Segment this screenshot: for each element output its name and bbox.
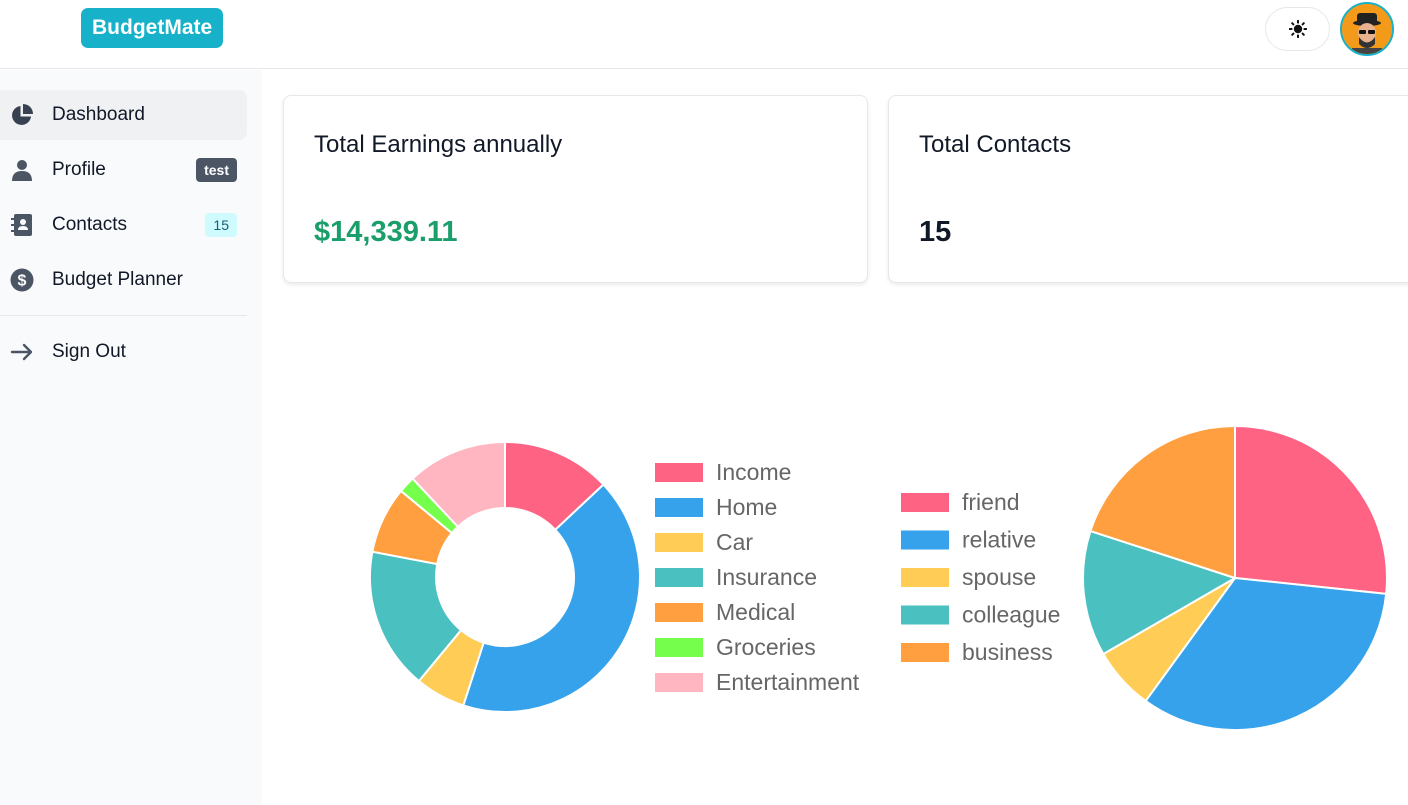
chart0-legend-swatch[interactable] (655, 603, 703, 622)
charts-area: Income Home Car Insurance Medical Groceries En… (369, 424, 1388, 731)
chart1-legend-swatch[interactable] (901, 568, 949, 587)
chart1-legend-swatch[interactable] (901, 493, 949, 512)
chart1-legend-label[interactable]: relative (962, 527, 1036, 553)
chart0-legend-label[interactable]: Car (716, 529, 753, 555)
chart0-legend-swatch[interactable] (655, 498, 703, 517)
chart0-legend-label[interactable]: Insurance (716, 564, 817, 590)
chart1-legend-label[interactable]: colleague (962, 602, 1060, 628)
chart0-legend-label[interactable]: Home (716, 494, 777, 520)
chart1-legend-label[interactable]: friend (962, 489, 1020, 515)
chart0-legend-swatch[interactable] (655, 673, 703, 692)
chart1-legend-swatch[interactable] (901, 605, 949, 625)
chart0-legend-swatch[interactable] (655, 638, 703, 657)
chart1-legend-label[interactable]: business (962, 639, 1053, 665)
chart1-legend-label[interactable]: spouse (962, 564, 1036, 590)
chart1-legend-swatch[interactable] (901, 530, 949, 550)
chart0-legend-label[interactable]: Entertainment (716, 669, 860, 695)
chart1-legend-swatch[interactable] (901, 643, 949, 662)
chart1-slice-friend[interactable] (1234, 424, 1388, 595)
chart0-legend-label[interactable]: Income (716, 459, 791, 485)
chart0-legend-swatch[interactable] (655, 533, 703, 552)
chart0-legend-swatch[interactable] (655, 463, 703, 482)
chart0-legend-swatch[interactable] (655, 568, 703, 587)
chart0-legend-label[interactable]: Medical (716, 599, 795, 625)
chart0-legend-label[interactable]: Groceries (716, 634, 816, 660)
